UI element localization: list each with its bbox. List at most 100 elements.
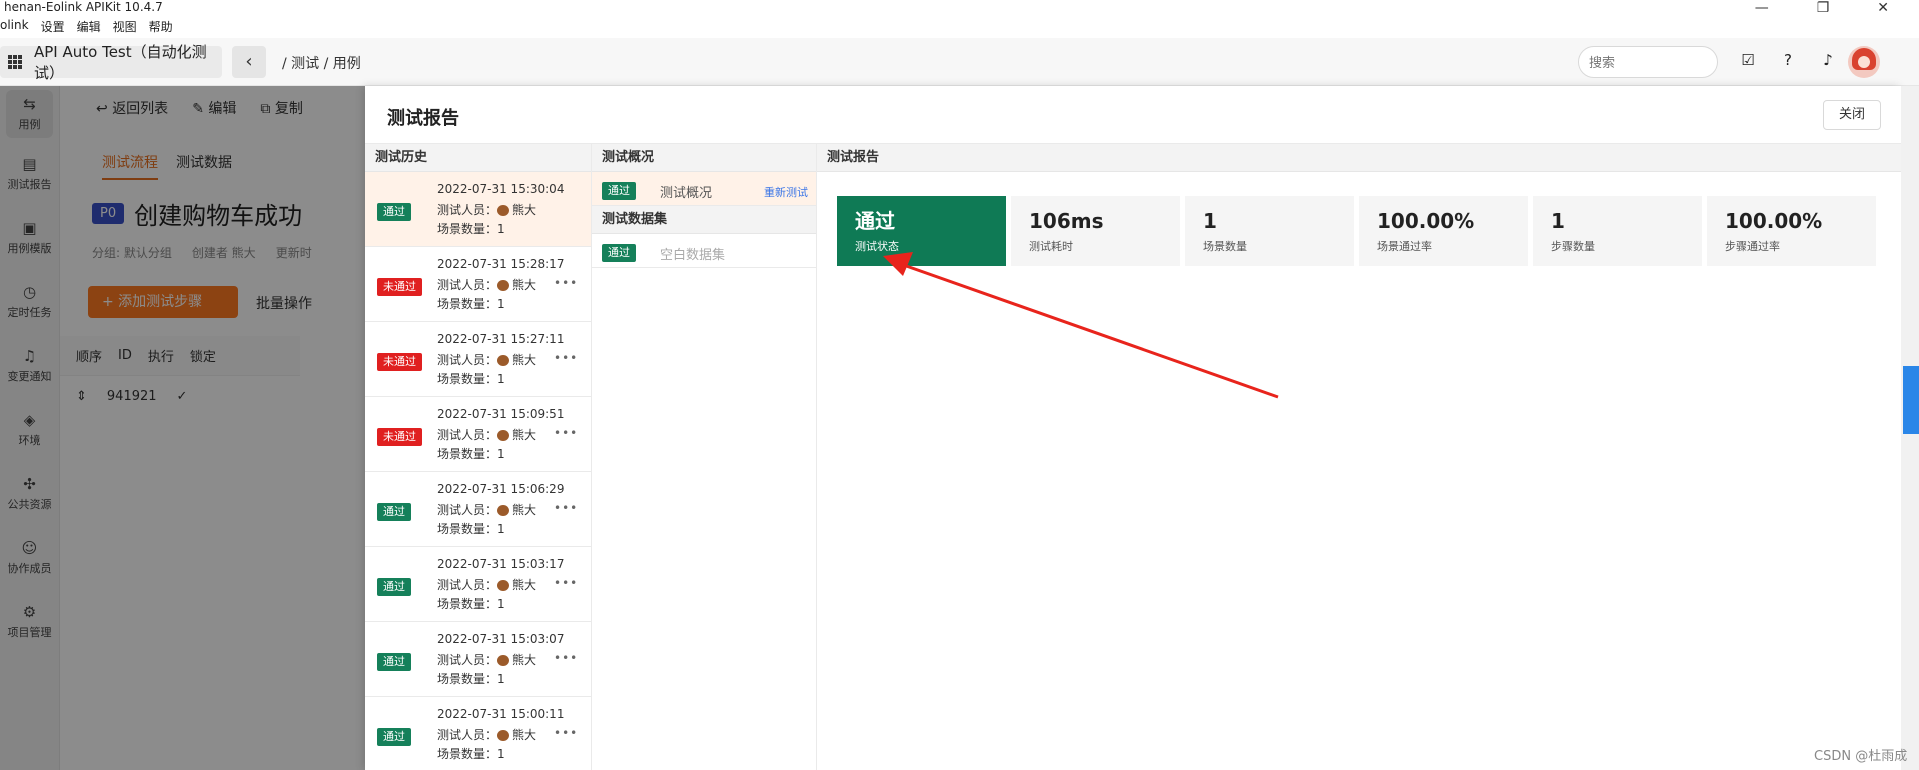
project-name: API Auto Test（自动化测试） — [34, 43, 207, 82]
bear-avatar-icon — [497, 430, 510, 441]
stat-step-pass-rate: 100.00% 步骤通过率 — [1707, 196, 1876, 266]
history-time: 2022-07-31 15:27:11 — [437, 332, 565, 346]
more-icon[interactable]: ••• — [554, 576, 578, 590]
help-icon[interactable]: ? — [1778, 50, 1798, 70]
close-icon[interactable]: ✕ — [1877, 0, 1889, 16]
status-badge: 未通过 — [377, 353, 422, 371]
more-icon[interactable]: ••• — [554, 651, 578, 665]
history-tester: 测试人员： 熊大 — [437, 428, 537, 442]
status-badge: 通过 — [377, 728, 411, 746]
history-item[interactable]: 通过 2022-07-31 15:06:29 测试人员： 熊大 场景数量：1 ••• — [365, 472, 591, 547]
history-item[interactable]: 通过 2022-07-31 15:03:07 测试人员： 熊大 场景数量：1 ••• — [365, 622, 591, 697]
scrollbar-thumb[interactable] — [1903, 366, 1919, 434]
history-time: 2022-07-31 15:03:17 — [437, 557, 565, 571]
more-icon[interactable]: ••• — [554, 426, 578, 440]
close-button[interactable]: 关闭 — [1823, 100, 1881, 130]
history-tester: 测试人员： 熊大 — [437, 578, 537, 592]
history-tester: 测试人员： 熊大 — [437, 353, 537, 367]
status-badge: 通过 — [377, 653, 411, 671]
rerun-link[interactable]: 重新测试 — [764, 184, 808, 200]
annotation-arrow — [883, 252, 1279, 399]
apps-grid-icon — [8, 55, 22, 69]
bear-avatar-icon — [497, 205, 510, 216]
drawer-title: 测试报告 — [387, 108, 459, 129]
history-time: 2022-07-31 15:30:04 — [437, 182, 565, 196]
history-list: 通过 2022-07-31 15:30:04 测试人员： 熊大 场景数量：1 未通过 202… — [365, 172, 591, 770]
dataset-label: 空白数据集 — [660, 248, 726, 263]
window-title: henan-Eolink APIKit 10.4.7 — [4, 0, 163, 14]
dataset-header: 测试数据集 — [592, 206, 816, 234]
app-window: henan-Eolink APIKit 10.4.7 olink 设置 编辑 视… — [0, 0, 1919, 770]
history-header: 测试历史 — [365, 144, 591, 172]
dataset-row[interactable]: 通过 空白数据集 — [592, 234, 816, 268]
status-badge: 通过 — [602, 244, 636, 262]
history-item[interactable]: 未通过 2022-07-31 15:09:51 测试人员： 熊大 场景数量：1 ••• — [365, 397, 591, 472]
menu-settings[interactable]: 设置 — [41, 18, 65, 35]
status-badge: 通过 — [377, 203, 411, 221]
history-scene-count: 场景数量：1 — [437, 672, 505, 686]
history-item[interactable]: 通过 2022-07-31 15:30:04 测试人员： 熊大 场景数量：1 — [365, 172, 591, 247]
history-item[interactable]: 未通过 2022-07-31 15:27:11 测试人员： 熊大 场景数量：1 ••• — [365, 322, 591, 397]
breadcrumb: / 测试 / 用例 — [282, 56, 361, 72]
history-scene-count: 场景数量：1 — [437, 372, 505, 386]
history-tester: 测试人员： 熊大 — [437, 728, 537, 742]
status-badge: 通过 — [377, 503, 411, 521]
bell-icon[interactable]: ♪ — [1818, 50, 1838, 70]
test-summary-column: 测试概况 通过 测试概况 重新测试 测试数据集 通过 空白数据集 — [592, 144, 817, 770]
test-report-drawer: 测试报告 关闭 测试历史 通过 2022-07-31 15:30:04 测试人员：熊… — [365, 86, 1901, 770]
history-tester: 测试人员： 熊大 — [437, 503, 537, 517]
menu-olink[interactable]: olink — [0, 18, 29, 35]
history-scene-count: 场景数量：1 — [437, 522, 505, 536]
window-controls: — ❐ ✕ — [1755, 0, 1889, 16]
status-badge: 未通过 — [377, 428, 422, 446]
status-badge: 通过 — [602, 182, 636, 200]
more-icon[interactable]: ••• — [554, 501, 578, 515]
bear-avatar-icon — [497, 655, 510, 666]
history-scene-count: 场景数量：1 — [437, 222, 505, 236]
history-time: 2022-07-31 15:09:51 — [437, 407, 565, 421]
history-item[interactable]: 未通过 2022-07-31 15:28:17 测试人员： 熊大 场景数量：1 ••• — [365, 247, 591, 322]
stat-value: 100.00% — [1725, 209, 1823, 233]
bear-avatar-icon — [497, 280, 510, 291]
summary-header: 测试概况 — [592, 144, 816, 172]
history-tester: 测试人员： 熊大 — [437, 278, 537, 292]
title-bar: henan-Eolink APIKit 10.4.7 olink 设置 编辑 视… — [0, 0, 1919, 34]
menu-view[interactable]: 视图 — [113, 18, 137, 35]
back-button[interactable]: ‹ — [232, 46, 266, 78]
minimize-icon[interactable]: — — [1755, 0, 1769, 16]
bear-avatar-icon — [497, 505, 510, 516]
menu-bar: olink 设置 编辑 视图 帮助 — [0, 18, 173, 35]
stat-step-count: 1 步骤数量 — [1533, 196, 1702, 266]
restore-icon[interactable]: ❐ — [1817, 0, 1830, 16]
more-icon[interactable]: ••• — [554, 276, 578, 290]
drawer-header: 测试报告 关闭 — [365, 86, 1901, 144]
history-item[interactable]: 通过 2022-07-31 15:03:17 测试人员： 熊大 场景数量：1 ••• — [365, 547, 591, 622]
status-badge: 未通过 — [377, 278, 422, 296]
history-tester: 测试人员： 熊大 — [437, 203, 537, 217]
stat-value: 1 — [1551, 209, 1565, 233]
project-selector[interactable]: API Auto Test（自动化测试） — [0, 43, 222, 82]
bear-avatar-icon — [497, 580, 510, 591]
history-tester: 测试人员： 熊大 — [437, 653, 537, 667]
history-scene-count: 场景数量：1 — [437, 597, 505, 611]
watermark: CSDN @杜雨成 — [1814, 749, 1908, 764]
menu-help[interactable]: 帮助 — [149, 18, 173, 35]
bear-avatar-icon — [497, 730, 510, 741]
avatar[interactable] — [1848, 46, 1880, 78]
status-badge: 通过 — [377, 578, 411, 596]
more-icon[interactable]: ••• — [554, 726, 578, 740]
overview-label: 测试概况 — [660, 186, 713, 201]
history-item[interactable]: 通过 2022-07-31 15:00:11 测试人员： 熊大 场景数量：1 ••• — [365, 697, 591, 770]
search-input[interactable] — [1578, 46, 1718, 78]
history-time: 2022-07-31 15:06:29 — [437, 482, 565, 496]
calendar-check-icon[interactable]: ☑ — [1738, 50, 1758, 70]
bear-avatar-icon — [497, 355, 510, 366]
summary-overview-row[interactable]: 通过 测试概况 重新测试 — [592, 172, 816, 206]
menu-edit[interactable]: 编辑 — [77, 18, 101, 35]
stat-label: 步骤通过率 — [1725, 240, 1780, 253]
history-time: 2022-07-31 15:28:17 — [437, 257, 565, 271]
more-icon[interactable]: ••• — [554, 351, 578, 365]
stat-label: 步骤数量 — [1551, 240, 1595, 253]
test-report-column: 测试报告 通过 测试状态 106ms 测试耗时 1 场景数量 100.00% 场… — [817, 144, 1901, 770]
modal-mask[interactable] — [0, 86, 365, 770]
